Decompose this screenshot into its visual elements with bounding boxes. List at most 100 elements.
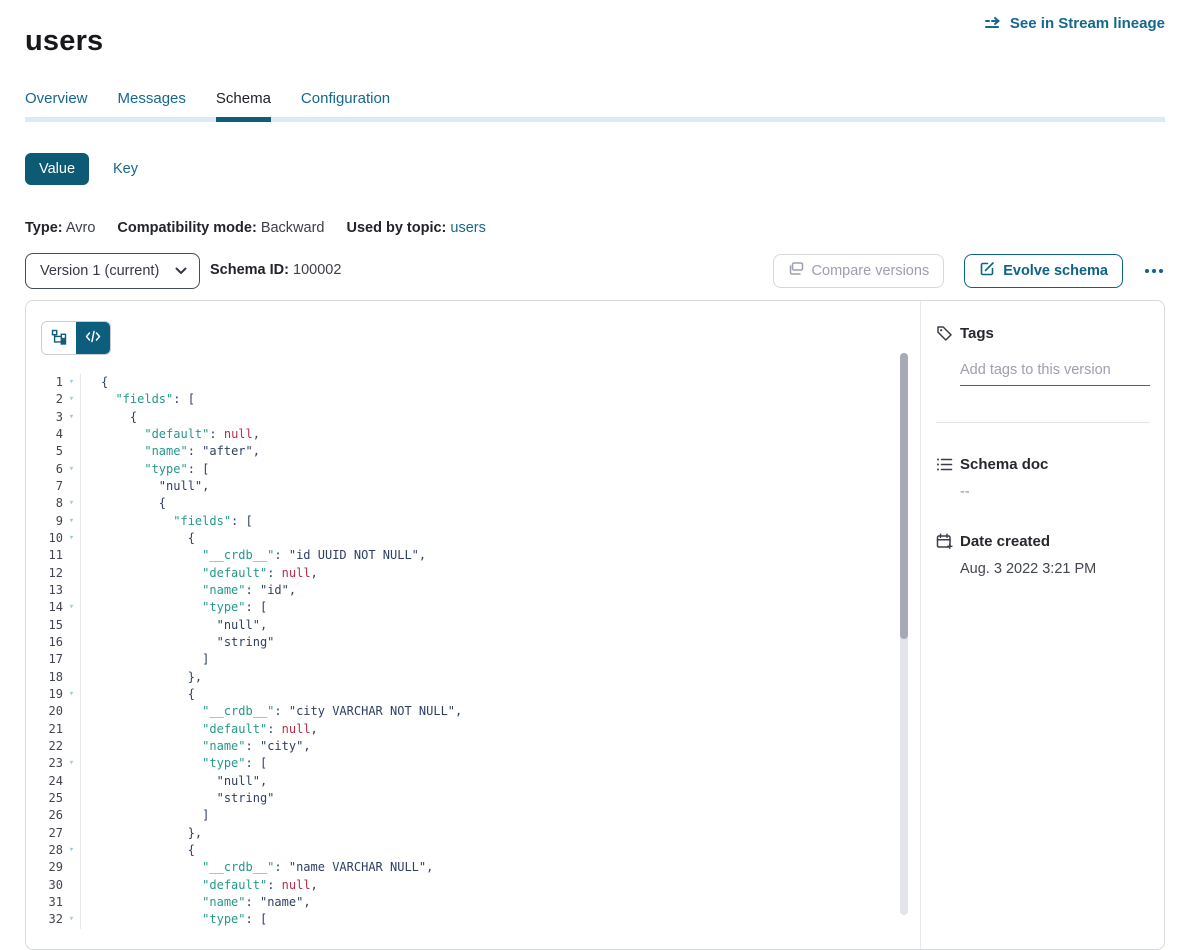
schema-id-value: 100002 bbox=[293, 262, 341, 278]
fold-triangle-icon[interactable]: ▾ bbox=[63, 755, 80, 772]
schema-code-panel: 1▾{2▾ "fields": [3▾ {4 "default": null,5… bbox=[26, 301, 921, 949]
scrollbar-thumb[interactable] bbox=[900, 353, 908, 639]
line-number: 1 bbox=[26, 374, 63, 391]
code-text: "name": "name", bbox=[81, 894, 311, 911]
line-number: 18 bbox=[26, 669, 63, 686]
fold-triangle-icon[interactable]: ▾ bbox=[63, 391, 80, 408]
value-toggle-button[interactable]: Value bbox=[25, 153, 89, 185]
line-number: 27 bbox=[26, 825, 63, 842]
value-key-toggle: Value Key bbox=[25, 153, 138, 185]
used-by-topic-link[interactable]: users bbox=[450, 220, 485, 236]
code-line: 32▾ "type": [ bbox=[26, 911, 896, 928]
see-in-stream-lineage-link[interactable]: See in Stream lineage bbox=[984, 15, 1165, 32]
code-line: 29 "__crdb__": "name VARCHAR NULL", bbox=[26, 859, 896, 876]
fold-spacer bbox=[63, 426, 80, 443]
code-line: 3▾ { bbox=[26, 409, 896, 426]
code-lines: 1▾{2▾ "fields": [3▾ {4 "default": null,5… bbox=[26, 374, 896, 929]
page-title: users bbox=[25, 25, 103, 58]
fold-spacer bbox=[63, 807, 80, 824]
fold-triangle-icon[interactable]: ▾ bbox=[63, 461, 80, 478]
list-icon bbox=[936, 457, 953, 472]
code-text: "type": [ bbox=[81, 461, 209, 478]
code-editor[interactable]: 1▾{2▾ "fields": [3▾ {4 "default": null,5… bbox=[26, 374, 896, 929]
sidebar-divider bbox=[936, 422, 1150, 423]
fold-spacer bbox=[63, 738, 80, 755]
code-line: 12 "default": null, bbox=[26, 565, 896, 582]
fold-spacer bbox=[63, 651, 80, 668]
tags-section-heading: Tags bbox=[936, 325, 1150, 342]
line-number: 16 bbox=[26, 634, 63, 651]
fold-triangle-icon[interactable]: ▾ bbox=[63, 513, 80, 530]
code-text: "default": null, bbox=[81, 877, 318, 894]
code-text: "type": [ bbox=[81, 599, 267, 616]
scrollbar-track[interactable] bbox=[900, 353, 908, 915]
code-text: "__crdb__": "city VARCHAR NOT NULL", bbox=[81, 703, 462, 720]
code-text: "name": "after", bbox=[81, 443, 260, 460]
used-by-topic-meta: Used by topic: users bbox=[346, 220, 485, 236]
fold-triangle-icon[interactable]: ▾ bbox=[63, 686, 80, 703]
fold-triangle-icon[interactable]: ▾ bbox=[63, 911, 80, 928]
date-created-heading: Date created bbox=[936, 533, 1150, 550]
fold-spacer bbox=[63, 582, 80, 599]
code-text: "name": "id", bbox=[81, 582, 296, 599]
tab-bar: Overview Messages Schema Configuration bbox=[25, 90, 390, 108]
code-view-icon bbox=[85, 330, 101, 346]
code-line: 2▾ "fields": [ bbox=[26, 391, 896, 408]
schema-doc-heading: Schema doc bbox=[936, 456, 1150, 473]
code-text: ] bbox=[81, 807, 209, 824]
line-number: 3 bbox=[26, 409, 63, 426]
line-number: 20 bbox=[26, 703, 63, 720]
more-options-button[interactable] bbox=[1143, 265, 1165, 277]
calendar-plus-icon bbox=[936, 533, 953, 550]
schema-card: 1▾{2▾ "fields": [3▾ {4 "default": null,5… bbox=[25, 300, 1165, 950]
fold-triangle-icon[interactable]: ▾ bbox=[63, 409, 80, 426]
lineage-link-label: See in Stream lineage bbox=[1010, 15, 1165, 32]
evolve-schema-button[interactable]: Evolve schema bbox=[964, 254, 1123, 288]
code-line: 26 ] bbox=[26, 807, 896, 824]
stream-lineage-icon bbox=[984, 17, 1003, 31]
code-line: 7 "null", bbox=[26, 478, 896, 495]
tab-schema[interactable]: Schema bbox=[216, 90, 271, 108]
type-value: Avro bbox=[66, 220, 96, 236]
code-text: "name": "city", bbox=[81, 738, 311, 755]
key-toggle-button[interactable]: Key bbox=[113, 161, 138, 177]
fold-triangle-icon[interactable]: ▾ bbox=[63, 530, 80, 547]
tab-configuration[interactable]: Configuration bbox=[301, 90, 390, 108]
fold-triangle-icon[interactable]: ▾ bbox=[63, 374, 80, 391]
fold-triangle-icon[interactable]: ▾ bbox=[63, 495, 80, 512]
code-line: 6▾ "type": [ bbox=[26, 461, 896, 478]
date-created-heading-label: Date created bbox=[960, 533, 1050, 550]
line-number: 11 bbox=[26, 547, 63, 564]
compare-versions-label: Compare versions bbox=[812, 263, 930, 279]
line-number: 14 bbox=[26, 599, 63, 616]
code-text: { bbox=[81, 374, 108, 391]
line-number: 23 bbox=[26, 755, 63, 772]
tags-input[interactable] bbox=[960, 362, 1150, 386]
schema-meta-row: Type: Avro Compatibility mode: Backward … bbox=[25, 220, 486, 236]
fold-spacer bbox=[63, 565, 80, 582]
line-number: 28 bbox=[26, 842, 63, 859]
fold-spacer bbox=[63, 703, 80, 720]
line-number: 9 bbox=[26, 513, 63, 530]
code-text: "__crdb__": "id UUID NOT NULL", bbox=[81, 547, 426, 564]
compare-versions-button[interactable]: Compare versions bbox=[773, 254, 945, 288]
tree-view-button[interactable] bbox=[42, 322, 76, 354]
code-text: "type": [ bbox=[81, 911, 267, 928]
code-line: 23▾ "type": [ bbox=[26, 755, 896, 772]
code-view-button[interactable] bbox=[76, 322, 110, 354]
tab-overview[interactable]: Overview bbox=[25, 90, 88, 108]
line-number: 26 bbox=[26, 807, 63, 824]
code-line: 27 }, bbox=[26, 825, 896, 842]
tab-messages[interactable]: Messages bbox=[118, 90, 186, 108]
line-number: 29 bbox=[26, 859, 63, 876]
compatibility-value: Backward bbox=[261, 220, 325, 236]
fold-triangle-icon[interactable]: ▾ bbox=[63, 842, 80, 859]
version-select[interactable]: Version 1 (current) bbox=[25, 253, 200, 289]
line-number: 17 bbox=[26, 651, 63, 668]
code-line: 14▾ "type": [ bbox=[26, 599, 896, 616]
code-line: 16 "string" bbox=[26, 634, 896, 651]
fold-triangle-icon[interactable]: ▾ bbox=[63, 599, 80, 616]
type-meta: Type: Avro bbox=[25, 220, 95, 236]
schema-doc-heading-label: Schema doc bbox=[960, 456, 1048, 473]
tree-view-icon bbox=[51, 329, 67, 348]
